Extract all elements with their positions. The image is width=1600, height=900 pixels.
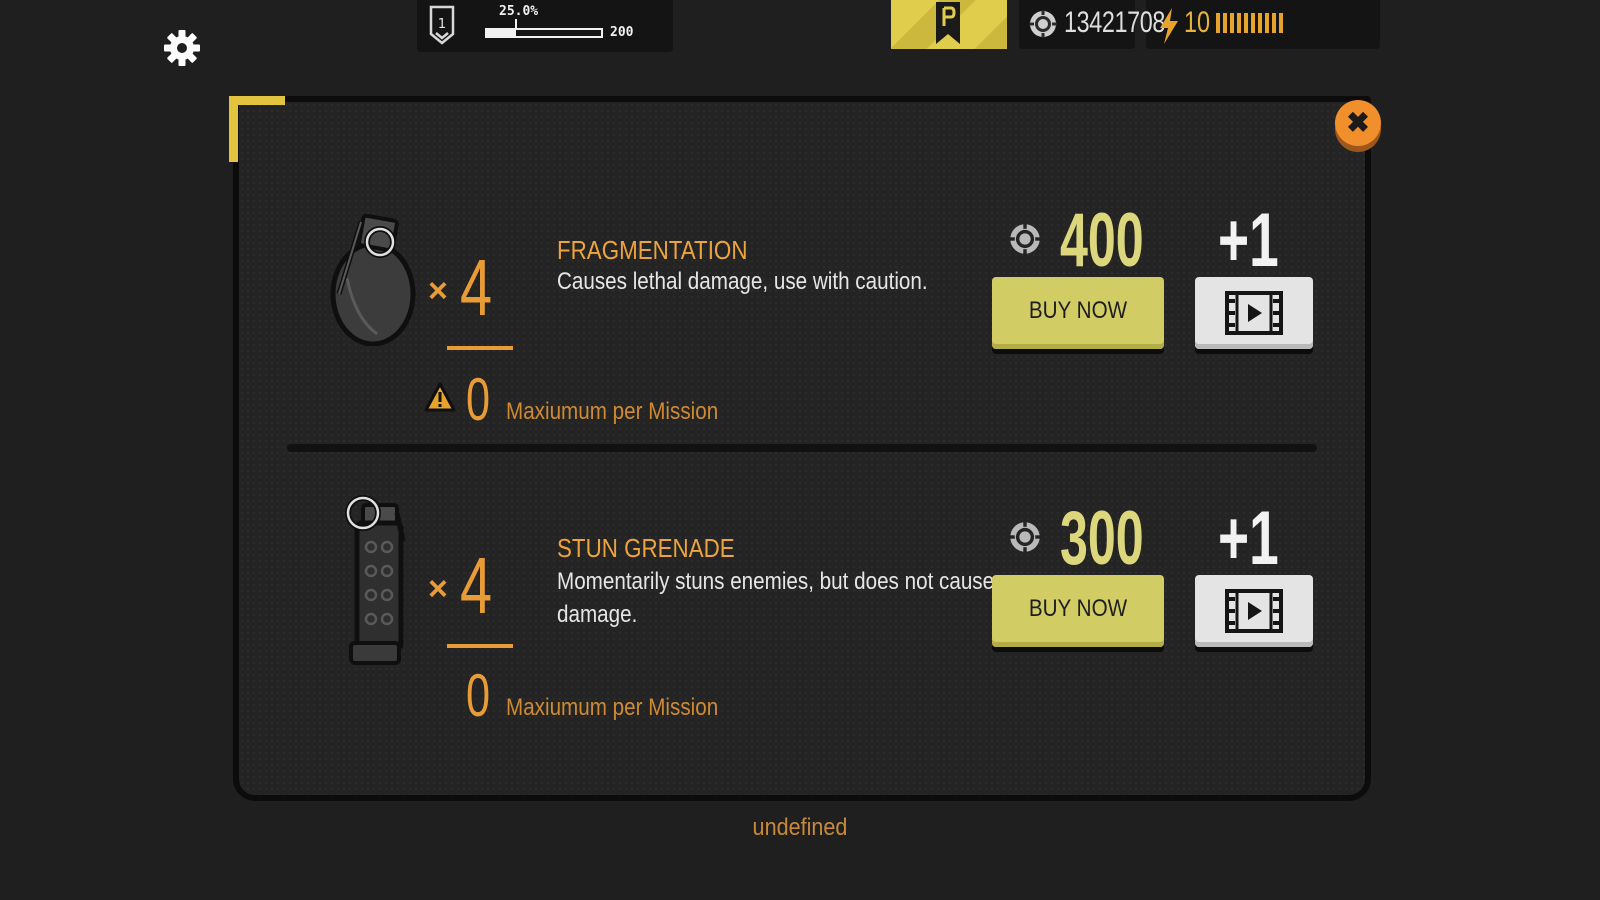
times-symbol: × bbox=[428, 570, 448, 608]
energy-bar bbox=[1237, 13, 1241, 33]
max-per-mission-count: 0 bbox=[466, 366, 491, 433]
max-per-mission-label: Maxiumum per Mission bbox=[506, 398, 719, 425]
watch-video-button[interactable] bbox=[1195, 575, 1313, 647]
ad-bonus-label: +1 bbox=[1218, 496, 1279, 581]
buy-now-label: BUY NOW bbox=[1028, 595, 1128, 622]
coin-icon bbox=[1009, 223, 1041, 255]
close-icon: ✖ bbox=[1335, 100, 1381, 146]
stun-grenade-icon bbox=[345, 495, 406, 665]
corner-accent bbox=[229, 96, 285, 162]
xp-marker bbox=[515, 19, 517, 28]
xp-percent: 25.0% bbox=[499, 4, 539, 19]
rank-chevron-icon: 1 bbox=[429, 5, 455, 45]
footer-text: undefined bbox=[752, 814, 848, 841]
xp-max: 200 bbox=[610, 25, 634, 40]
gear-icon[interactable] bbox=[162, 28, 202, 68]
max-per-mission-count: 0 bbox=[466, 662, 491, 729]
item-description: Momentarily stuns enemies, but does not … bbox=[557, 568, 995, 628]
max-per-mission-label: Maxiumum per Mission bbox=[506, 694, 719, 721]
energy-bar bbox=[1230, 13, 1234, 33]
coins-total: 13421708 bbox=[1064, 6, 1165, 39]
item-price: 300 bbox=[1060, 496, 1144, 581]
close-button[interactable]: ✖ bbox=[1334, 98, 1382, 156]
item-price: 400 bbox=[1060, 198, 1144, 283]
item-quantity: 4 bbox=[460, 541, 493, 630]
rank-xp-panel: 1 25.0% 200 bbox=[417, 0, 673, 52]
rank-level: 1 bbox=[438, 17, 446, 32]
warning-triangle-icon bbox=[424, 382, 456, 412]
energy-bar bbox=[1251, 13, 1255, 33]
buy-now-label: BUY NOW bbox=[1028, 297, 1128, 324]
item-description: Causes lethal damage, use with caution. bbox=[557, 268, 928, 295]
times-symbol: × bbox=[428, 272, 448, 310]
energy-bars bbox=[1216, 13, 1283, 33]
coin-icon bbox=[1009, 521, 1041, 553]
energy-bar bbox=[1216, 13, 1220, 33]
energy-bar bbox=[1265, 13, 1269, 33]
quantity-divider bbox=[447, 644, 513, 648]
energy-bar bbox=[1258, 13, 1262, 33]
video-film-icon bbox=[1225, 589, 1283, 633]
energy-bar bbox=[1272, 13, 1276, 33]
energy-bar bbox=[1279, 13, 1283, 33]
item-quantity: 4 bbox=[460, 243, 493, 332]
xp-progress-bar bbox=[485, 28, 603, 38]
item-name: FRAGMENTATION bbox=[557, 235, 748, 265]
pass-ribbon-icon bbox=[936, 2, 960, 44]
quantity-divider bbox=[447, 346, 513, 350]
energy-bar bbox=[1223, 13, 1227, 33]
buy-now-button[interactable]: BUY NOW bbox=[992, 575, 1164, 647]
item-name: STUN GRENADE bbox=[557, 533, 735, 563]
energy-bar bbox=[1244, 13, 1248, 33]
video-film-icon bbox=[1225, 291, 1283, 335]
game-screen: 1 25.0% 200 13421708 10 ✖ × 4 0 Maxiumum… bbox=[0, 0, 1600, 900]
watch-video-button[interactable] bbox=[1195, 277, 1313, 349]
ad-bonus-label: +1 bbox=[1218, 198, 1279, 283]
item-divider bbox=[287, 444, 1317, 452]
xp-progress-fill bbox=[487, 30, 516, 36]
pass-ribbon-button[interactable] bbox=[891, 0, 1007, 49]
coin-icon bbox=[1029, 10, 1057, 38]
lightning-bolt-icon bbox=[1160, 8, 1178, 44]
energy-count: 10 bbox=[1184, 6, 1211, 39]
frag-grenade-icon bbox=[330, 213, 416, 346]
buy-now-button[interactable]: BUY NOW bbox=[992, 277, 1164, 349]
